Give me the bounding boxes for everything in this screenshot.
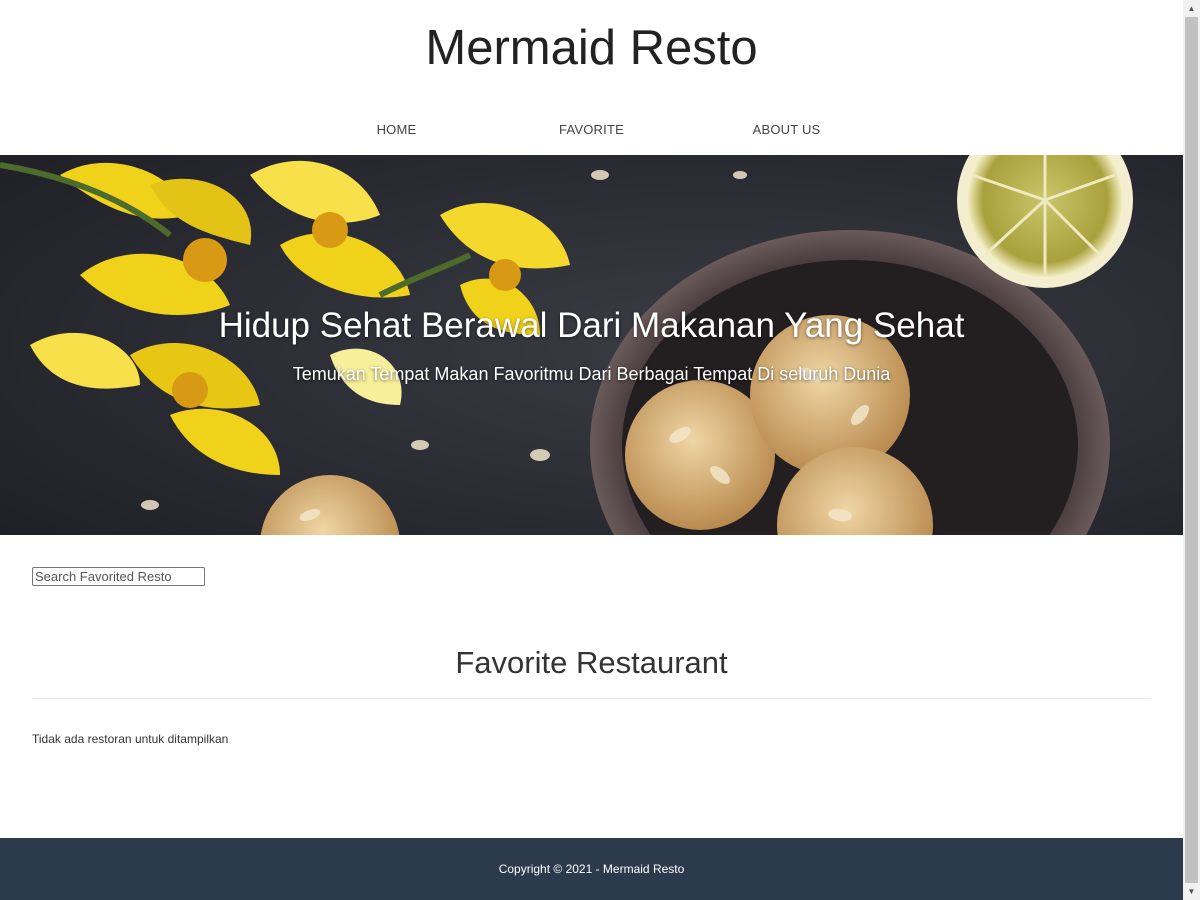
main-content: Favorite Restaurant Tidak ada restoran u… — [0, 535, 1183, 746]
brand-title[interactable]: Mermaid Resto — [0, 0, 1183, 74]
hero-title: Hidup Sehat Berawal Dari Makanan Yang Se… — [218, 306, 965, 345]
section-title: Favorite Restaurant — [32, 645, 1151, 699]
main-nav: HOME FAVORITE ABOUT US — [0, 108, 1183, 152]
nav-favorite-link[interactable]: FAVORITE — [494, 108, 689, 152]
search-favorited-input[interactable] — [32, 567, 205, 586]
empty-restaurant-message: Tidak ada restoran untuk ditampilkan — [32, 732, 229, 746]
scroll-down-icon[interactable]: ▼ — [1183, 883, 1200, 900]
hero-subtitle: Temukan Tempat Makan Favoritmu Dari Berb… — [292, 364, 891, 384]
nav-home-link[interactable]: HOME — [299, 108, 494, 152]
site-footer: Copyright © 2021 - Mermaid Resto — [0, 838, 1183, 900]
hero-banner: Hidup Sehat Berawal Dari Makanan Yang Se… — [0, 155, 1183, 535]
scroll-up-icon[interactable]: ▲ — [1183, 0, 1200, 17]
vertical-scrollbar[interactable]: ▲ ▼ — [1183, 0, 1200, 900]
site-header: Mermaid Resto HOME FAVORITE ABOUT US — [0, 0, 1183, 155]
scrollbar-thumb[interactable] — [1185, 17, 1198, 883]
nav-about-us-link[interactable]: ABOUT US — [689, 108, 884, 152]
copyright-text: Copyright © 2021 - Mermaid Resto — [498, 862, 685, 876]
page: Mermaid Resto HOME FAVORITE ABOUT US Hid… — [0, 0, 1183, 900]
